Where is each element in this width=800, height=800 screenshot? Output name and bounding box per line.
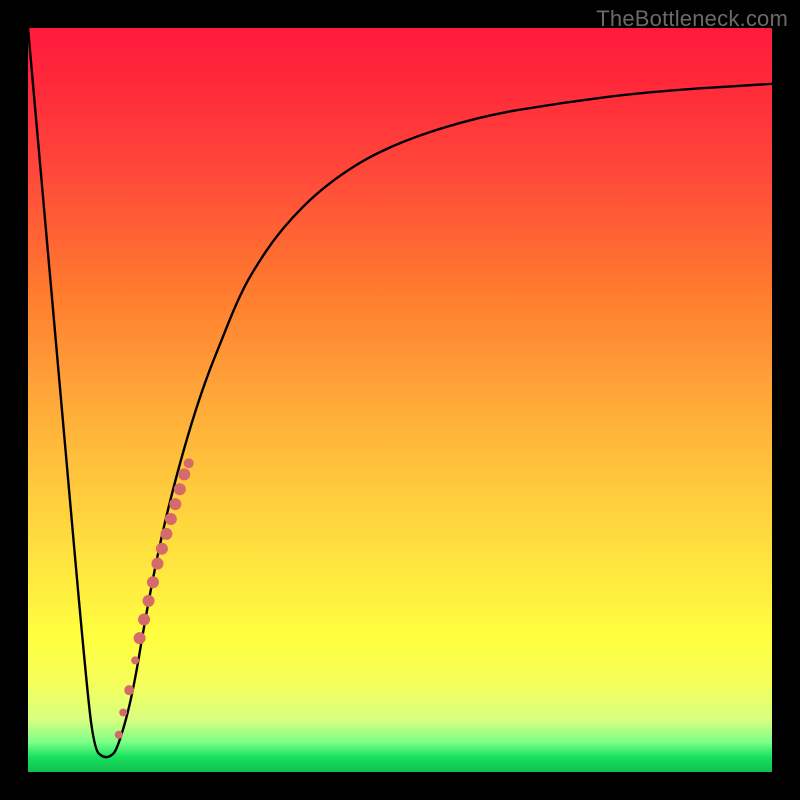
marker-dot [138,613,150,625]
chart-svg [28,28,772,772]
marker-dot [160,528,172,540]
marker-dot [184,458,194,468]
watermark-text: TheBottleneck.com [596,6,788,32]
marker-dot [178,468,190,480]
marker-dot [134,632,146,644]
bottleneck-curve [28,28,772,757]
marker-dot [165,513,177,525]
marker-dot [151,558,163,570]
marker-dot [169,498,181,510]
marker-dot [124,685,134,695]
marker-dot [131,656,139,664]
marker-dot [143,595,155,607]
marker-group [115,458,194,739]
marker-dot [156,543,168,555]
marker-dot [115,731,123,739]
chart-frame: TheBottleneck.com [0,0,800,800]
marker-dot [174,483,186,495]
marker-dot [119,708,127,716]
marker-dot [147,576,159,588]
